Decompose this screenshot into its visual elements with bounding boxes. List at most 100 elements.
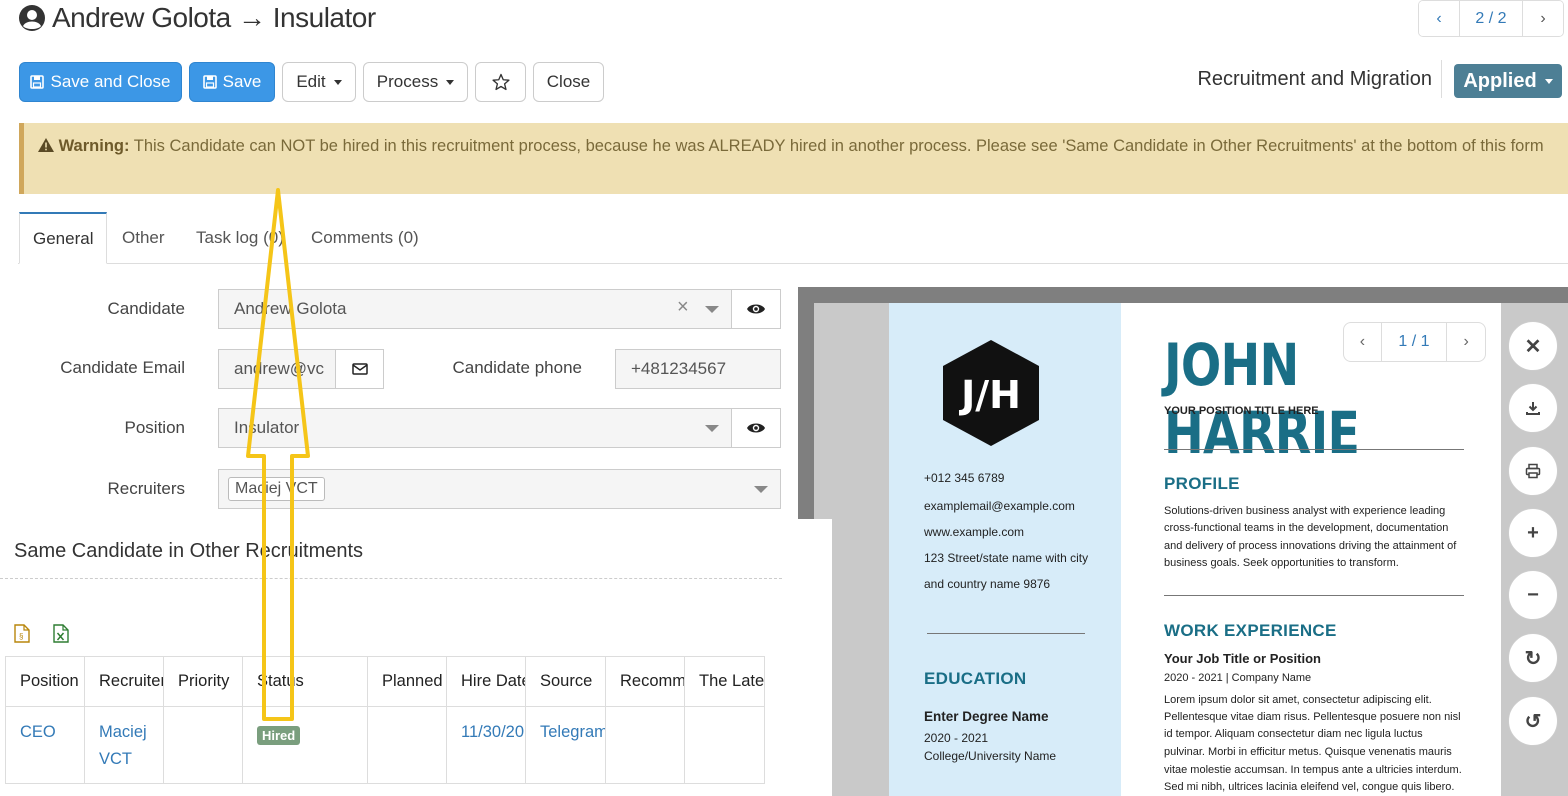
tab-comments[interactable]: Comments (0)	[311, 212, 419, 264]
status-dropdown-button[interactable]: Applied	[1454, 64, 1562, 98]
resume-divider	[1164, 595, 1464, 596]
svg-text:§: §	[19, 632, 23, 641]
tab-other[interactable]: Other	[122, 212, 165, 264]
clear-icon[interactable]: ×	[677, 296, 689, 319]
send-email-button[interactable]	[335, 349, 384, 389]
record-counter: 2 / 2	[1459, 1, 1523, 36]
close-label: Close	[546, 72, 591, 91]
column-header[interactable]: Priority	[163, 656, 243, 707]
user-circle-icon	[19, 5, 45, 31]
floppy-disk-icon	[30, 75, 45, 89]
column-header[interactable]: Position	[5, 656, 85, 707]
view-candidate-button[interactable]	[731, 289, 781, 329]
resume-logo-text: J/H	[958, 373, 1021, 417]
viewer-overlap	[798, 519, 832, 796]
source-link[interactable]: Telegram	[540, 723, 605, 741]
viewer-next-page-button[interactable]: ›	[1447, 323, 1485, 361]
column-header[interactable]: Planned	[367, 656, 447, 707]
save-button[interactable]: Save	[189, 62, 275, 102]
save-and-close-button[interactable]: Save and Close	[19, 62, 182, 102]
caret-down-icon	[1544, 78, 1553, 84]
viewer-zoom-in-button[interactable]: +	[1508, 508, 1558, 558]
column-header[interactable]: Recruiter	[84, 656, 164, 707]
dropdown-arrow-icon[interactable]	[705, 306, 719, 313]
dropdown-arrow-icon[interactable]	[705, 425, 719, 432]
divider	[1441, 60, 1442, 98]
viewer-download-button[interactable]	[1508, 383, 1558, 433]
resume-divider	[927, 633, 1085, 634]
process-dropdown-button[interactable]: Process	[363, 62, 468, 102]
planned-cell	[367, 706, 447, 784]
favorite-button[interactable]	[475, 62, 526, 102]
resume-job-title: Your Job Title or Position	[1164, 651, 1321, 666]
warning-alert: Warning: This Candidate can NOT be hired…	[19, 123, 1568, 194]
save-and-close-label: Save and Close	[50, 72, 171, 91]
resume-work-heading: WORK EXPERIENCE	[1164, 621, 1337, 640]
viewer-print-button[interactable]	[1508, 446, 1558, 496]
view-position-button[interactable]	[731, 408, 781, 448]
viewer-rotate-right-button[interactable]: ↻	[1508, 633, 1558, 683]
export-excel-button[interactable]	[53, 624, 69, 648]
column-header[interactable]: The Lates	[684, 656, 765, 707]
edit-label: Edit	[296, 72, 326, 91]
position-label: Position	[124, 418, 185, 437]
resume-degree: Enter Degree Name	[924, 709, 1049, 724]
save-label: Save	[222, 72, 262, 91]
resume-work-line: vitae molestie accumsan. In tempus ante …	[1164, 764, 1462, 776]
resume-phone: +012 345 6789	[924, 471, 1005, 485]
status-badge: Hired	[257, 726, 301, 745]
rotate-right-icon: ↻	[1524, 647, 1542, 670]
close-button[interactable]: Close	[533, 62, 604, 102]
resume-college: College/University Name	[924, 749, 1057, 763]
print-icon	[1525, 463, 1541, 479]
prev-record-button[interactable]: ‹	[1419, 1, 1459, 36]
resume-address-1: 123 Street/state name with city	[924, 551, 1089, 565]
resume-profile-line: Solutions-driven business analyst with e…	[1164, 505, 1446, 517]
column-header[interactable]: Source	[525, 656, 606, 707]
latest-cell	[684, 706, 765, 784]
viewer-page-pager: ‹ 1 / 1 ›	[1343, 322, 1486, 362]
resume-profile-line: and delivery of process innovations driv…	[1164, 540, 1457, 552]
resume-edu-years: 2020 - 2021	[924, 731, 989, 745]
resume-work-line: pulvinar. Morbi in efficitur metus. Quis…	[1164, 746, 1452, 758]
warning-text: This Candidate can NOT be hired in this …	[133, 137, 1544, 155]
resume-work-line: id tempor. Aliquam consectetur diam nec …	[1164, 728, 1423, 740]
viewer-page-counter: 1 / 1	[1382, 323, 1448, 361]
edit-dropdown-button[interactable]: Edit	[282, 62, 356, 102]
caret-down-icon	[333, 79, 342, 85]
close-icon: ✕	[1524, 335, 1542, 358]
tab-general[interactable]: General	[19, 212, 108, 264]
candidate-phone-value: +481234567	[631, 359, 727, 378]
viewer-prev-page-button[interactable]: ‹	[1344, 323, 1382, 361]
other-recruitments-table: Position Recruiter Priority Status Plann…	[5, 656, 765, 784]
next-record-button[interactable]: ›	[1523, 1, 1563, 36]
column-header[interactable]: Hire Date	[446, 656, 526, 707]
candidate-phone-field[interactable]: +481234567	[615, 349, 781, 389]
recomm-cell	[605, 706, 685, 784]
resume-divider	[1164, 449, 1464, 450]
download-icon	[1526, 402, 1540, 415]
warning-triangle-icon	[38, 138, 54, 152]
viewer-zoom-out-button[interactable]: −	[1508, 570, 1558, 620]
viewer-rotate-left-button[interactable]: ↺	[1508, 696, 1558, 746]
resume-job-years: 2020 - 2021 | Company Name	[1164, 672, 1312, 684]
chevron-right-icon: ›	[1463, 333, 1469, 350]
status-label: Applied	[1463, 69, 1537, 92]
resume-logo: J/H	[943, 340, 1039, 446]
position-link[interactable]: CEO	[20, 723, 56, 741]
star-icon	[491, 73, 510, 91]
dropdown-arrow-icon[interactable]	[754, 486, 768, 493]
recruiter-link[interactable]: Maciej VCT	[99, 723, 147, 768]
column-header[interactable]: Recomm	[605, 656, 685, 707]
resume-profile-heading: PROFILE	[1164, 474, 1240, 493]
rotate-left-icon: ↺	[1524, 710, 1542, 733]
resume-web: www.example.com	[924, 525, 1025, 539]
recruiter-last: VCT	[99, 750, 132, 768]
viewer-close-button[interactable]: ✕	[1508, 321, 1558, 371]
recruiters-label: Recruiters	[107, 479, 185, 498]
export-pdf-button[interactable]: §	[14, 624, 30, 648]
resume-work-line: Lorem ipsum dolor sit amet, consectetur …	[1164, 694, 1432, 706]
record-pager: ‹ 2 / 2 ›	[1418, 0, 1564, 37]
recruiter-first: Maciej	[99, 723, 147, 741]
chevron-right-icon: ›	[1540, 9, 1546, 27]
